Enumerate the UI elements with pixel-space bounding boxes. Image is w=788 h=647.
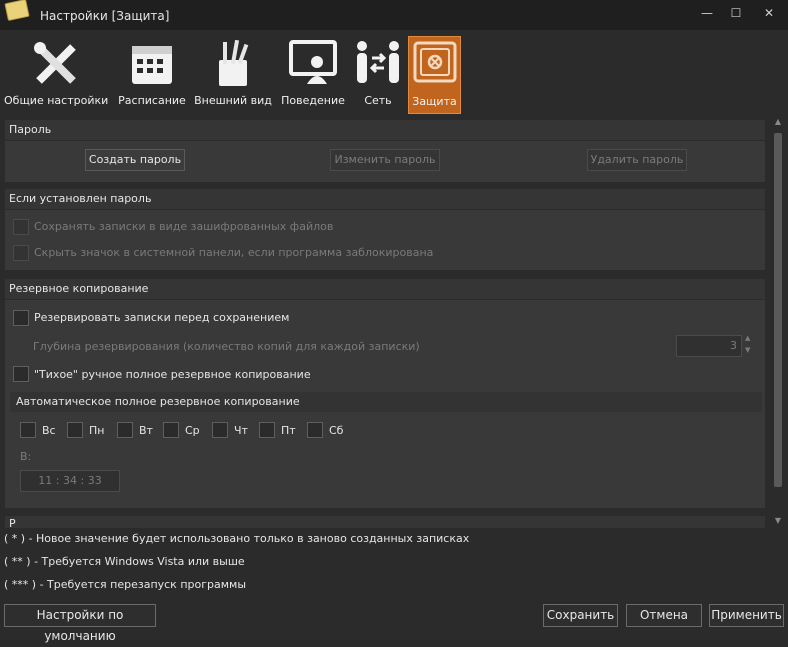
backup-depth-spinner[interactable]: 3	[676, 335, 742, 357]
day-monday-label: Пн	[89, 424, 105, 437]
day-wednesday-checkbox[interactable]	[163, 422, 179, 438]
tab-appearance[interactable]: Внешний вид	[194, 36, 272, 112]
if-password-group: Если установлен пароль Сохранять записки…	[5, 189, 765, 270]
save-encrypted-label: Сохранять записки в виде зашифрованных ф…	[34, 220, 334, 233]
title-bar: Настройки [Защита] — ☐ ✕	[0, 0, 788, 30]
hide-tray-icon-checkbox[interactable]	[13, 245, 29, 261]
tab-behavior[interactable]: Поведение	[280, 36, 346, 112]
day-friday-checkbox[interactable]	[259, 422, 275, 438]
brushes-icon	[219, 39, 249, 86]
note-restart: ( *** ) - Требуется перезапуск программы	[4, 578, 247, 591]
tools-icon	[34, 42, 76, 84]
backup-time-input[interactable]: 11 : 34 : 33	[20, 470, 120, 492]
day-tuesday-label: Вт	[139, 424, 153, 437]
note-new-value: ( * ) - Новое значение будет использован…	[4, 532, 470, 545]
day-saturday-label: Сб	[329, 424, 344, 437]
defaults-button[interactable]: Настройки по умолчанию	[4, 604, 156, 643]
day-saturday-checkbox[interactable]	[307, 422, 323, 438]
save-button[interactable]: Сохранить	[543, 604, 618, 627]
window-title: Настройки [Защита]	[40, 9, 170, 23]
save-encrypted-checkbox[interactable]	[13, 219, 29, 235]
scroll-down-icon[interactable]: ▼	[773, 516, 783, 526]
backup-group: Резервное копирование Резервировать запи…	[5, 279, 765, 508]
delete-password-button[interactable]: Удалить пароль	[587, 149, 687, 171]
change-password-button[interactable]: Изменить пароль	[330, 149, 440, 171]
day-sunday-label: Вс	[42, 424, 56, 437]
password-group: Пароль Создать пароль Изменить пароль Уд…	[5, 120, 765, 182]
backup-before-save-label: Резервировать записки перед сохранением	[34, 311, 290, 324]
content-scrollbar[interactable]: ▲ ▼	[771, 117, 785, 527]
if-password-group-title: Если установлен пароль	[5, 189, 765, 210]
next-group: Р	[5, 516, 765, 528]
tab-protection[interactable]: Защита	[408, 36, 461, 114]
auto-backup-header: Автоматическое полное резервное копирова…	[10, 392, 762, 412]
calendar-icon	[132, 46, 172, 84]
cancel-button[interactable]: Отмена	[626, 604, 702, 627]
day-tuesday-checkbox[interactable]	[117, 422, 133, 438]
silent-backup-label: "Тихое" ручное полное резервное копирова…	[34, 368, 311, 381]
day-wednesday-label: Ср	[185, 424, 200, 437]
minimize-button[interactable]: —	[693, 4, 721, 22]
day-friday-label: Пт	[281, 424, 296, 437]
backup-time-label: В:	[20, 450, 32, 463]
note-vista: ( ** ) - Требуется Windows Vista или выш…	[4, 555, 245, 568]
tab-general-settings[interactable]: Общие настройки	[4, 36, 108, 112]
spin-up-icon[interactable]: ▲	[745, 334, 750, 342]
tab-network[interactable]: Сеть	[350, 36, 406, 112]
day-monday-checkbox[interactable]	[67, 422, 83, 438]
apply-button[interactable]: Применить	[709, 604, 784, 627]
create-password-button[interactable]: Создать пароль	[85, 149, 185, 171]
spin-down-icon[interactable]: ▼	[745, 346, 750, 354]
day-thursday-label: Чт	[234, 424, 248, 437]
next-group-title: Р	[5, 516, 765, 528]
silent-backup-checkbox[interactable]	[13, 366, 29, 382]
monitor-user-icon	[289, 40, 337, 84]
scroll-up-icon[interactable]: ▲	[773, 117, 783, 127]
hide-tray-icon-label: Скрыть значок в системной панели, если п…	[34, 246, 434, 259]
password-group-title: Пароль	[5, 120, 765, 141]
backup-group-title: Резервное копирование	[5, 279, 765, 300]
maximize-button[interactable]: ☐	[722, 4, 750, 22]
tab-schedule[interactable]: Расписание	[116, 36, 188, 112]
backup-depth-label: Глубина резервирования (количество копий…	[33, 340, 420, 353]
day-thursday-checkbox[interactable]	[212, 422, 228, 438]
app-note-icon	[4, 0, 30, 22]
backup-before-save-checkbox[interactable]	[13, 310, 29, 326]
settings-toolbar: Общие настройки Расписание Внешний вид П…	[0, 30, 788, 114]
day-sunday-checkbox[interactable]	[20, 422, 36, 438]
scroll-thumb[interactable]	[774, 133, 782, 487]
network-people-icon	[357, 41, 399, 83]
safe-icon	[413, 41, 456, 83]
close-button[interactable]: ✕	[755, 4, 783, 22]
